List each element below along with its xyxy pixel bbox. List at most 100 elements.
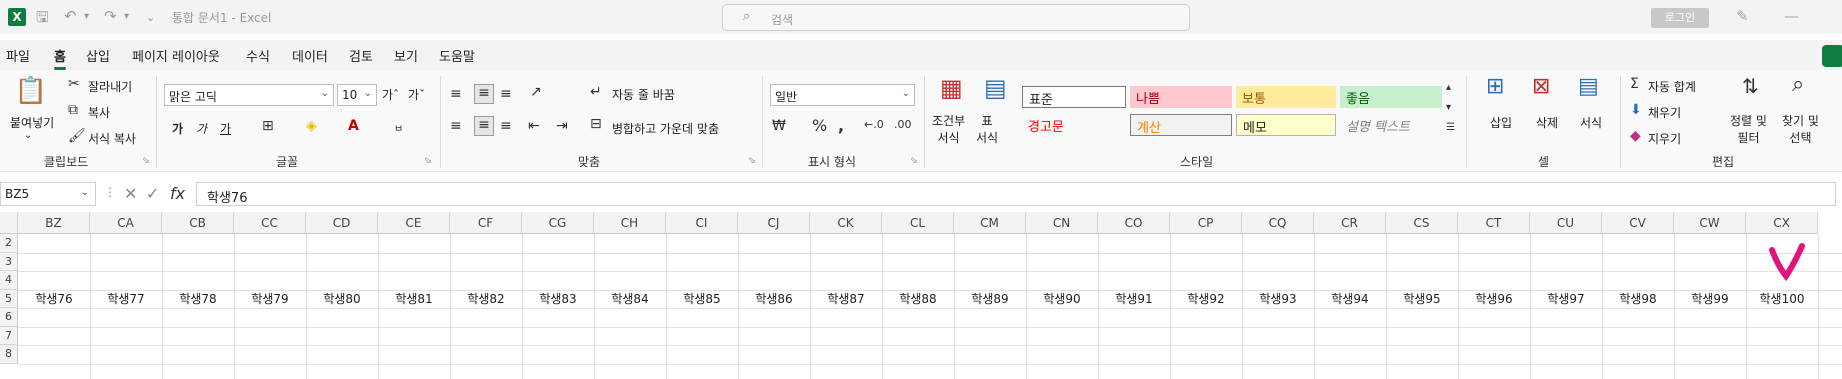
table-cell[interactable]: 학생100 xyxy=(1746,290,1818,309)
column-header[interactable]: CQ xyxy=(1242,212,1314,234)
format-as-table-button[interactable]: 표 서식 xyxy=(976,112,998,146)
column-header[interactable]: CD xyxy=(306,212,378,234)
insert-cells-button[interactable]: 삽입 xyxy=(1490,114,1512,131)
delete-cells-icon[interactable]: ⊠ xyxy=(1532,74,1550,99)
column-header[interactable]: CJ xyxy=(738,212,810,234)
table-cell[interactable]: 학생98 xyxy=(1602,290,1674,309)
column-header[interactable]: CS xyxy=(1386,212,1458,234)
merge-center-button[interactable]: 병합하고 가운데 맞춤 xyxy=(612,120,719,137)
styles-scroll-up-icon[interactable]: ▴ xyxy=(1446,82,1451,93)
table-cell[interactable]: 학생88 xyxy=(882,290,954,309)
column-header[interactable]: CP xyxy=(1170,212,1242,234)
align-middle-icon[interactable]: ≡ xyxy=(474,84,494,104)
search-box[interactable]: ⌕ 검색 xyxy=(722,4,1190,31)
format-cells-icon[interactable]: ▤ xyxy=(1578,74,1599,99)
align-center-icon[interactable]: ≡ xyxy=(474,116,494,136)
table-cell[interactable]: 학생79 xyxy=(234,290,306,309)
comma-style-icon[interactable]: , xyxy=(838,116,844,135)
column-header[interactable]: CW xyxy=(1674,212,1746,234)
table-cell[interactable]: 학생86 xyxy=(738,290,810,309)
orientation-icon[interactable]: ↗ xyxy=(530,84,542,100)
table-cell[interactable]: 학생76 xyxy=(18,290,90,309)
font-color-icon[interactable]: A xyxy=(348,118,359,134)
font-name-select[interactable]: 맑은 고딕 ⌄ xyxy=(164,84,334,106)
column-header[interactable]: CM xyxy=(954,212,1026,234)
wrap-text-button[interactable]: 자동 줄 바꿈 xyxy=(612,86,675,103)
row-header[interactable]: 2 xyxy=(0,234,18,253)
styles-scroll-down-icon[interactable]: ▾ xyxy=(1446,102,1451,113)
percent-icon[interactable]: % xyxy=(812,116,827,135)
tab-file[interactable]: 파일 xyxy=(6,46,30,65)
column-header[interactable]: CL xyxy=(882,212,954,234)
table-cell[interactable]: 학생99 xyxy=(1674,290,1746,309)
table-cell[interactable]: 학생77 xyxy=(90,290,162,309)
fill-color-icon[interactable]: ◈ xyxy=(306,118,317,134)
tab-formulas[interactable]: 수식 xyxy=(246,46,270,65)
enter-icon[interactable]: ✓ xyxy=(146,184,159,203)
paste-dropdown-icon[interactable]: ⌄ xyxy=(24,130,32,141)
fill-icon[interactable]: ⬇ xyxy=(1630,102,1642,118)
grow-font-button[interactable]: 가ˆ xyxy=(382,86,399,103)
redo-icon[interactable]: ↷ xyxy=(104,7,117,25)
border-icon[interactable]: ⊞ xyxy=(262,118,274,134)
column-header[interactable]: CK xyxy=(810,212,882,234)
tab-view[interactable]: 보기 xyxy=(394,46,418,65)
column-header[interactable]: CV xyxy=(1602,212,1674,234)
sort-filter-button[interactable]: 정렬 및 필터 xyxy=(1730,112,1767,146)
share-icon[interactable] xyxy=(1822,45,1842,67)
alignment-launcher-icon[interactable]: ⬂ xyxy=(748,156,756,166)
column-header[interactable]: CC xyxy=(234,212,306,234)
table-cell[interactable]: 학생97 xyxy=(1530,290,1602,309)
more-options-icon[interactable]: ⋮ xyxy=(104,185,116,199)
sort-filter-icon[interactable]: ⇅ xyxy=(1742,74,1759,98)
row-header[interactable]: 8 xyxy=(0,345,18,364)
find-select-icon[interactable]: ⌕ xyxy=(1792,72,1804,97)
align-left-icon[interactable]: ≡ xyxy=(450,118,462,134)
autosum-icon[interactable]: Σ xyxy=(1630,76,1639,92)
column-header[interactable]: CH xyxy=(594,212,666,234)
number-launcher-icon[interactable]: ⬂ xyxy=(910,156,918,166)
undo-icon[interactable]: ↶ xyxy=(64,7,77,25)
table-cell[interactable]: 학생80 xyxy=(306,290,378,309)
customize-quick-access-icon[interactable]: ⌄ xyxy=(146,11,155,24)
redo-dropdown-icon[interactable]: ▾ xyxy=(124,11,129,22)
tab-home[interactable]: 홈 xyxy=(54,46,66,70)
formula-input[interactable]: 학생76 xyxy=(196,182,1836,206)
tab-help[interactable]: 도움말 xyxy=(439,46,475,65)
decrease-indent-icon[interactable]: ⇤ xyxy=(528,118,540,134)
accounting-format-icon[interactable]: ₩ xyxy=(772,118,786,134)
bold-button[interactable]: 가 xyxy=(172,120,183,137)
align-top-icon[interactable]: ≡ xyxy=(450,86,462,102)
table-cell[interactable]: 학생81 xyxy=(378,290,450,309)
row-header[interactable]: 6 xyxy=(0,308,18,327)
name-box[interactable]: BZ5 ⌄ xyxy=(0,182,96,206)
copy-icon[interactable]: ⧉ xyxy=(68,102,78,118)
style-warning[interactable]: 경고문 xyxy=(1022,114,1126,136)
insert-function-icon[interactable]: fx xyxy=(170,184,185,203)
table-cell[interactable]: 학생94 xyxy=(1314,290,1386,309)
increase-indent-icon[interactable]: ⇥ xyxy=(556,118,568,134)
minimize-icon[interactable]: — xyxy=(1784,7,1799,25)
table-cell[interactable]: 학생92 xyxy=(1170,290,1242,309)
row-header[interactable]: 5 xyxy=(0,289,18,308)
conditional-format-icon[interactable]: ▦ xyxy=(940,74,963,102)
row-header[interactable]: 3 xyxy=(0,252,18,271)
format-cells-button[interactable]: 서식 xyxy=(1580,114,1602,131)
column-header[interactable]: CF xyxy=(450,212,522,234)
italic-button[interactable]: 가 xyxy=(196,120,207,137)
cancel-icon[interactable]: ✕ xyxy=(124,184,137,203)
style-explanatory[interactable]: 설명 텍스트 xyxy=(1340,114,1442,136)
save-icon[interactable]: 🖫 xyxy=(36,7,49,32)
style-neutral[interactable]: 보통 xyxy=(1236,86,1336,108)
number-format-select[interactable]: 일반 ⌄ xyxy=(770,84,915,106)
tab-data[interactable]: 데이터 xyxy=(292,46,328,65)
font-launcher-icon[interactable]: ⬂ xyxy=(424,156,432,166)
autosum-button[interactable]: 자동 합계 xyxy=(1648,78,1696,95)
format-painter-icon[interactable]: 🖌 xyxy=(68,128,86,144)
format-as-table-icon[interactable]: ▤ xyxy=(984,74,1007,102)
login-button[interactable]: 로그인 xyxy=(1651,8,1709,28)
table-cell[interactable]: 학생93 xyxy=(1242,290,1314,309)
column-header[interactable]: CU xyxy=(1530,212,1602,234)
table-cell[interactable]: 학생82 xyxy=(450,290,522,309)
column-header[interactable]: CO xyxy=(1098,212,1170,234)
